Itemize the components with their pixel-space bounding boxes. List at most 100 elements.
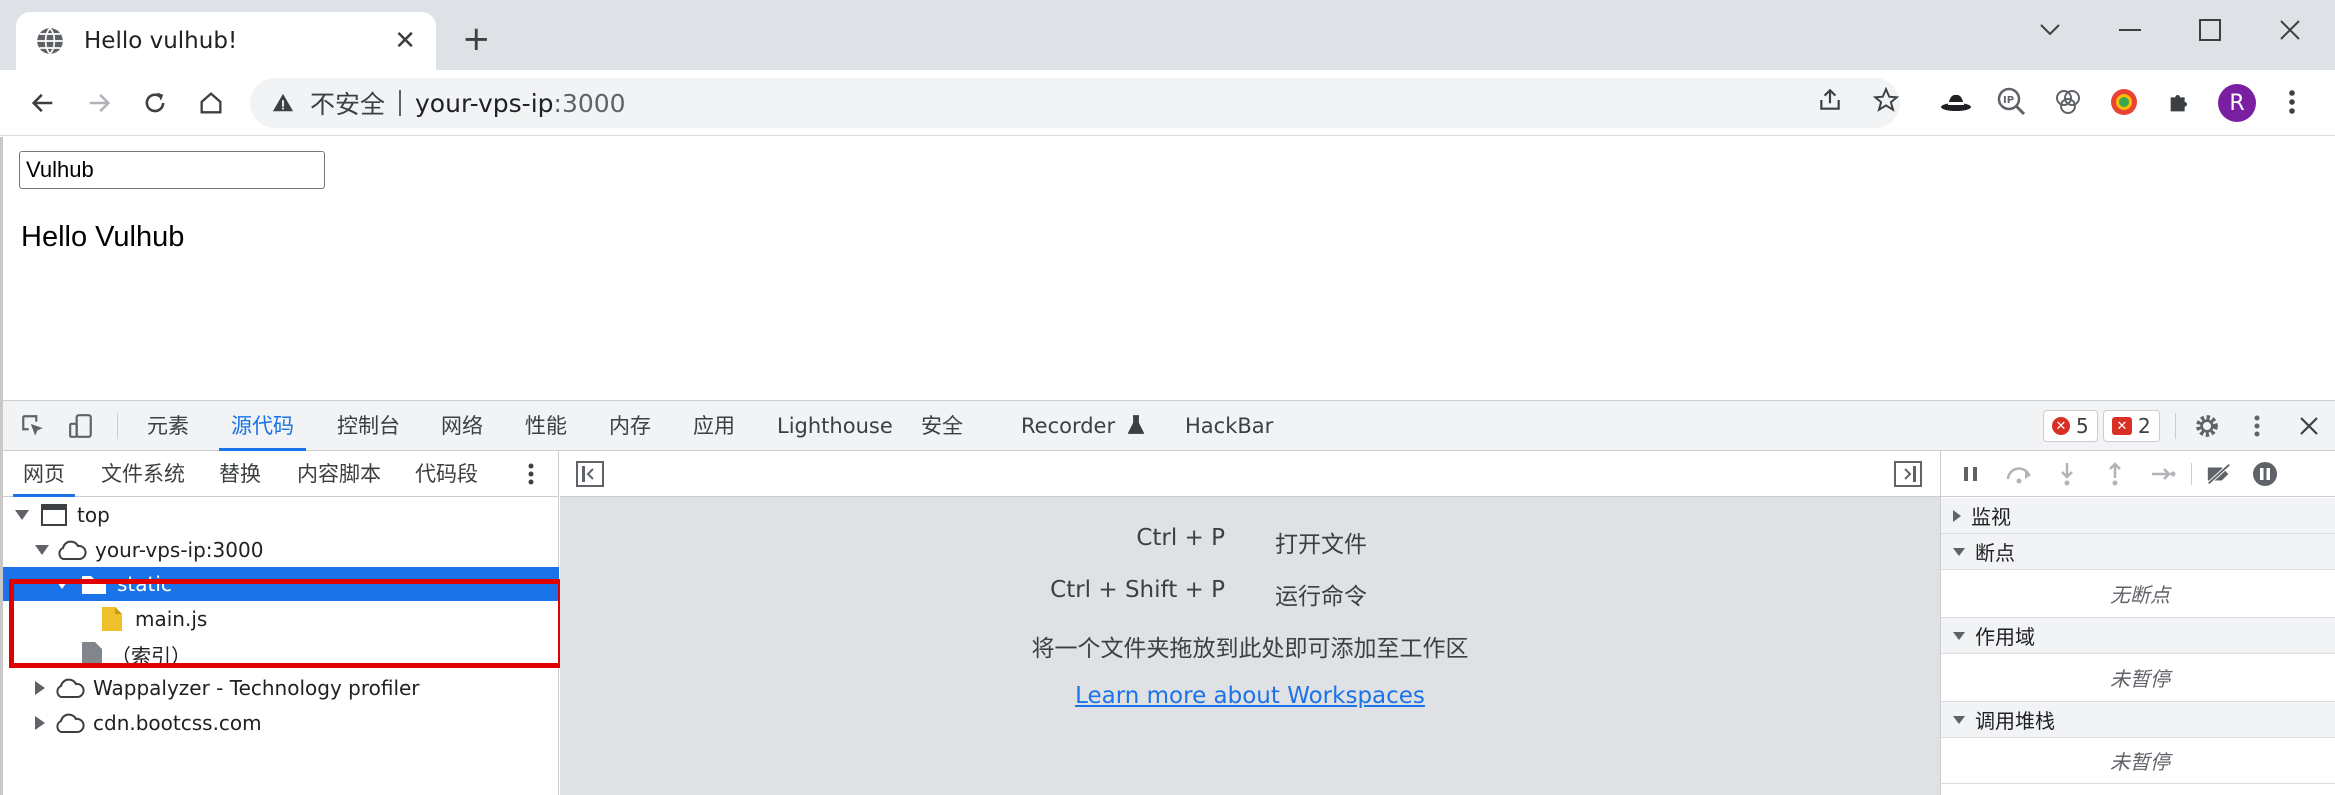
warning-icon[interactable] <box>272 92 294 114</box>
nav-tab-filesystem[interactable]: 文件系统 <box>101 451 185 497</box>
tab-network[interactable]: 网络 <box>441 401 483 451</box>
scope-section-header[interactable]: 作用域 <box>1941 618 2335 654</box>
workspace-drop-hint: 将一个文件夹拖放到此处即可添加至工作区 <box>1031 636 1469 662</box>
no-breakpoints-text: 无断点 <box>1941 570 2335 618</box>
tabbar-divider <box>117 413 118 439</box>
tab-sources[interactable]: 源代码 <box>219 401 306 451</box>
devtools-menu-icon[interactable] <box>2243 412 2271 440</box>
debugger-sidebar: 监视 断点 无断点 作用域 未暂停 调用堆栈 未暂停 <box>1940 451 2335 795</box>
tab-recorder[interactable]: Recorder <box>1021 401 1145 451</box>
url-port[interactable]: :3000 <box>554 89 626 118</box>
tree-label: （索引） <box>111 643 191 668</box>
step-icon[interactable] <box>2149 460 2177 488</box>
step-into-icon[interactable] <box>2053 460 2081 488</box>
extensions-puzzle-icon[interactable] <box>2162 84 2198 120</box>
tree-item-wappalyzer[interactable]: Wappalyzer - Technology profiler <box>3 671 559 705</box>
collapse-arrow-icon <box>1953 509 1961 522</box>
close-tab-icon[interactable]: ✕ <box>394 26 416 56</box>
page-text-input[interactable]: Vulhub <box>19 151 325 189</box>
deactivate-breakpoints-icon[interactable] <box>2205 460 2233 488</box>
editor-toolbar <box>560 451 1940 497</box>
tab-search-icon[interactable] <box>2030 10 2070 50</box>
close-window-icon[interactable] <box>2270 10 2310 50</box>
wappalyzer-extension-icon[interactable] <box>2106 84 2142 120</box>
tab-console[interactable]: 控制台 <box>337 401 400 451</box>
forward-icon[interactable] <box>82 86 116 120</box>
collapse-arrow-icon[interactable] <box>35 681 45 695</box>
learn-workspaces-link[interactable]: Learn more about Workspaces <box>560 683 1940 709</box>
browser-tab[interactable]: Hello vulhub! ✕ <box>16 12 436 70</box>
tree-item-cdn[interactable]: cdn.bootcss.com <box>3 706 559 740</box>
tab-application[interactable]: 应用 <box>693 401 735 451</box>
nav-tab-content-scripts[interactable]: 内容脚本 <box>297 451 381 497</box>
expand-arrow-icon <box>1953 631 1965 640</box>
devtools-tabbar: 元素 源代码 控制台 网络 性能 内存 应用 Lighthouse 安全 Rec… <box>3 401 2335 451</box>
tree-item-index[interactable]: （索引） <box>3 637 559 671</box>
sources-navigator: 网页 文件系统 替换 内容脚本 代码段 top your-vps-ip:3000… <box>3 451 563 795</box>
watch-section-header[interactable]: 监视 <box>1941 498 2335 534</box>
ip-extension-icon[interactable]: IP <box>1994 84 2030 120</box>
tab-security[interactable]: 安全 <box>921 401 963 451</box>
expand-arrow-icon[interactable] <box>15 510 29 520</box>
callstack-label: 调用堆栈 <box>1975 709 2055 733</box>
toggle-debugger-icon[interactable] <box>1894 461 1922 491</box>
shortcut-key-run-command: Ctrl + Shift + P <box>1050 577 1225 603</box>
tab-hackbar[interactable]: HackBar <box>1185 401 1273 451</box>
close-devtools-icon[interactable] <box>2295 412 2323 440</box>
back-icon[interactable] <box>26 86 60 120</box>
callstack-section-header[interactable]: 调用堆栈 <box>1941 702 2335 738</box>
issue-icon: ✕ <box>2112 417 2132 435</box>
debugger-toolbar <box>1941 451 2335 497</box>
shortcut-desc-open-file: 打开文件 <box>1275 532 1367 558</box>
toggle-navigator-icon[interactable] <box>576 461 604 491</box>
tree-label: static <box>117 572 172 596</box>
collapse-arrow-icon[interactable] <box>35 716 45 730</box>
hat-extension-icon[interactable] <box>1938 84 1974 120</box>
maximize-icon[interactable] <box>2190 10 2230 50</box>
tab-lighthouse[interactable]: Lighthouse <box>777 401 893 451</box>
expand-arrow-icon[interactable] <box>35 545 49 555</box>
address-bar[interactable]: 不安全 your-vps-ip:3000 <box>250 78 1900 128</box>
browser-toolbar: 不安全 your-vps-ip:3000 <box>0 70 2335 136</box>
step-out-icon[interactable] <box>2101 460 2129 488</box>
tree-item-origin[interactable]: your-vps-ip:3000 <box>3 533 559 567</box>
share-icon[interactable] <box>1814 84 1846 116</box>
omnibox-separator <box>399 90 402 116</box>
new-tab-icon[interactable]: + <box>462 22 491 56</box>
inspect-element-icon[interactable] <box>19 412 47 440</box>
reload-icon[interactable] <box>138 86 172 120</box>
home-icon[interactable] <box>194 86 228 120</box>
tree-label: your-vps-ip:3000 <box>95 538 264 562</box>
scope-label: 作用域 <box>1975 625 2035 649</box>
security-label[interactable]: 不安全 <box>310 85 385 121</box>
tab-performance[interactable]: 性能 <box>525 401 567 451</box>
pause-icon[interactable] <box>1957 460 1985 488</box>
profile-avatar[interactable]: R <box>2218 84 2256 122</box>
error-count-badge[interactable]: ✕ 5 <box>2043 410 2098 442</box>
minimize-icon[interactable] <box>2110 10 2150 50</box>
expand-arrow-icon <box>1953 547 1965 556</box>
nav-tab-snippets[interactable]: 代码段 <box>415 451 478 497</box>
tree-item-top[interactable]: top <box>3 498 559 532</box>
tree-item-main-js[interactable]: main.js <box>3 602 559 636</box>
links-extension-icon[interactable] <box>2050 84 2086 120</box>
bookmark-star-icon[interactable] <box>1870 84 1902 116</box>
tab-elements[interactable]: 元素 <box>147 401 189 451</box>
chrome-menu-icon[interactable] <box>2274 84 2310 120</box>
shortcut-key-open-file: Ctrl + P <box>1136 525 1225 551</box>
tab-memory[interactable]: 内存 <box>609 401 651 451</box>
url-host[interactable]: your-vps-ip <box>415 89 554 118</box>
nav-tab-page[interactable]: 网页 <box>13 451 75 497</box>
settings-gear-icon[interactable] <box>2193 412 2221 440</box>
breakpoints-section-header[interactable]: 断点 <box>1941 534 2335 570</box>
device-toolbar-icon[interactable] <box>67 412 95 440</box>
issue-count-badge[interactable]: ✕ 2 <box>2103 410 2160 442</box>
expand-arrow-icon[interactable] <box>55 579 69 589</box>
tree-item-static-folder[interactable]: static <box>3 567 559 601</box>
nav-tab-overrides[interactable]: 替换 <box>219 451 261 497</box>
expand-arrow-icon <box>1953 715 1965 724</box>
pause-on-exceptions-icon[interactable] <box>2251 460 2279 488</box>
navigator-more-icon[interactable] <box>527 462 535 490</box>
step-over-icon[interactable] <box>2005 460 2033 488</box>
devtools-panel: 元素 源代码 控制台 网络 性能 内存 应用 Lighthouse 安全 Rec… <box>0 400 2335 795</box>
